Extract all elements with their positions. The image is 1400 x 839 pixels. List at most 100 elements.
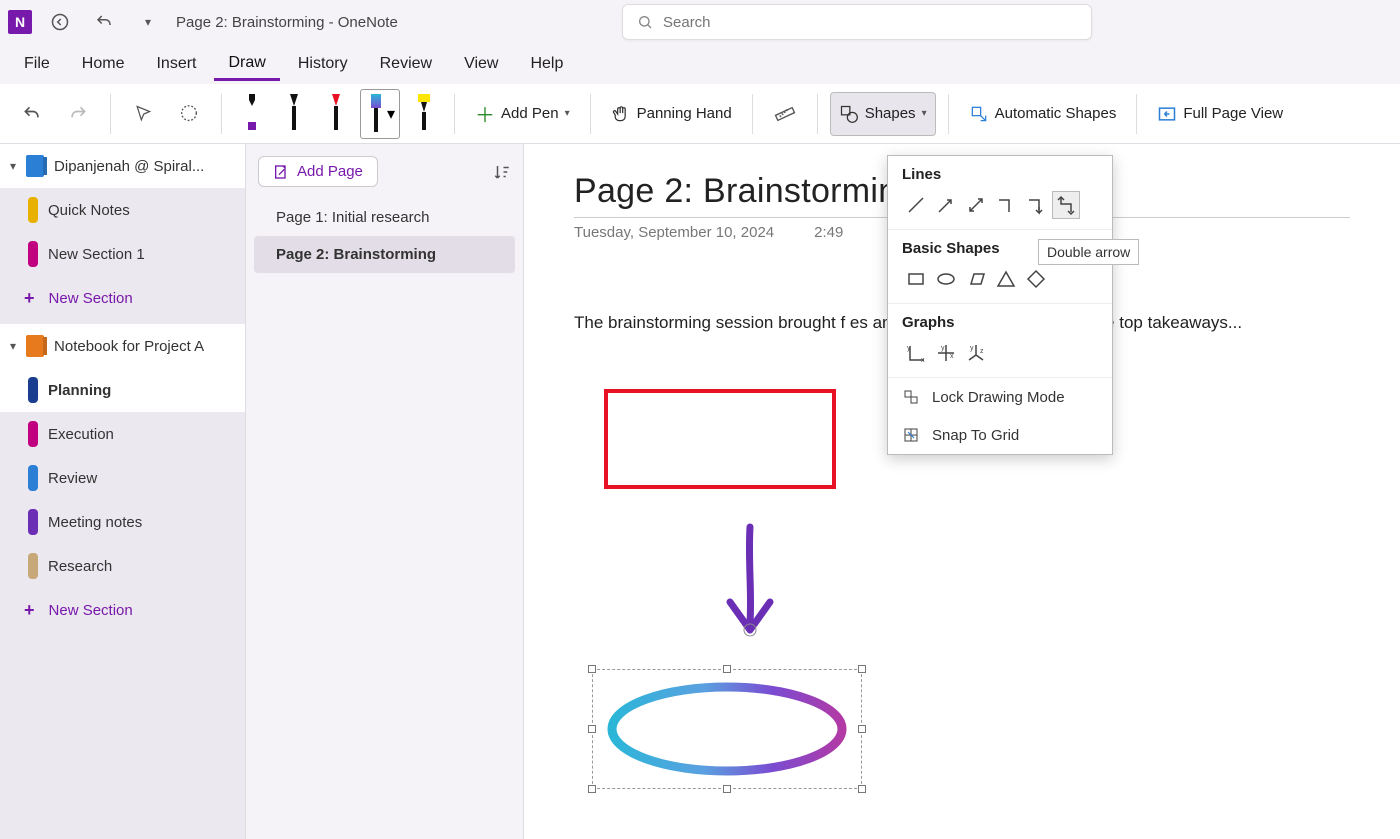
full-page-icon	[1157, 104, 1177, 124]
search-input[interactable]	[663, 14, 1077, 31]
shape-diamond[interactable]	[1022, 265, 1050, 293]
resize-handle[interactable]	[588, 665, 596, 673]
shape-double-arrow-diag[interactable]	[962, 191, 990, 219]
notebook-header-2[interactable]: ▾ Notebook for Project A	[0, 324, 245, 368]
app-icon: N	[8, 10, 32, 34]
new-section-button-1[interactable]: +New Section	[0, 276, 245, 320]
lock-drawing-mode[interactable]: Lock Drawing Mode	[888, 378, 1112, 416]
resize-handle[interactable]	[858, 725, 866, 733]
svg-text:x: x	[921, 357, 925, 364]
shape-rectangle[interactable]	[902, 265, 930, 293]
plus-icon: +	[24, 600, 35, 621]
drawn-rectangle[interactable]	[604, 389, 836, 489]
menu-file[interactable]: File	[10, 49, 64, 79]
menu-review[interactable]: Review	[366, 49, 446, 79]
section-execution[interactable]: Execution	[0, 412, 245, 456]
selected-ellipse-shape[interactable]	[592, 669, 862, 789]
shape-elbow-arrow[interactable]	[1022, 191, 1050, 219]
add-page-button[interactable]: Add Page	[258, 156, 378, 187]
shape-arrow[interactable]	[932, 191, 960, 219]
titlebar-dropdown-button[interactable]: ▾	[132, 6, 164, 38]
highlighter-yellow[interactable]	[406, 90, 442, 138]
add-pen-button[interactable]: ＋ Add Pen ▾	[467, 92, 578, 136]
shapes-dropdown-button[interactable]: Shapes ▾	[830, 92, 936, 136]
pen-purple[interactable]	[234, 90, 270, 138]
section-research[interactable]: Research	[0, 544, 245, 588]
notebook-header-1[interactable]: ▾ Dipanjenah @ Spiral...	[0, 144, 245, 188]
svg-text:x: x	[950, 353, 954, 360]
sort-pages-button[interactable]	[493, 163, 511, 181]
pen-galaxy-selected[interactable]: ▾	[360, 89, 400, 139]
lock-drawing-icon	[902, 388, 920, 406]
shape-line[interactable]	[902, 191, 930, 219]
shape-parallelogram[interactable]	[962, 265, 990, 293]
panning-hand-button[interactable]: Panning Hand	[603, 92, 740, 136]
title-bar: N ▾ Page 2: Brainstorming - OneNote	[0, 0, 1400, 44]
section-quick-notes[interactable]: Quick Notes	[0, 188, 245, 232]
pages-panel: Add Page Page 1: Initial research Page 2…	[246, 144, 524, 839]
new-section-button-2[interactable]: +New Section	[0, 588, 245, 632]
back-button[interactable]	[44, 6, 76, 38]
automatic-shapes-button[interactable]: Automatic Shapes	[961, 92, 1125, 136]
svg-text:y: y	[907, 345, 911, 352]
section-tab-icon	[28, 377, 38, 403]
snap-to-grid[interactable]: Snap To Grid	[888, 416, 1112, 454]
notebook-icon	[26, 155, 44, 177]
shapes-icon	[839, 104, 859, 124]
menu-bar: File Home Insert Draw History Review Vie…	[0, 44, 1400, 84]
resize-handle[interactable]	[588, 785, 596, 793]
section-tab-icon	[28, 241, 38, 267]
menu-draw[interactable]: Draw	[214, 48, 279, 81]
menu-help[interactable]: Help	[516, 49, 577, 79]
dd-lines-heading: Lines	[902, 166, 1098, 183]
menu-view[interactable]: View	[450, 49, 512, 79]
pen-black[interactable]	[276, 90, 312, 138]
section-review[interactable]: Review	[0, 456, 245, 500]
shape-graph-xy[interactable]: yx	[902, 339, 930, 367]
section-tab-icon	[28, 553, 38, 579]
undo-titlebar-button[interactable]	[88, 6, 120, 38]
menu-home[interactable]: Home	[68, 49, 139, 79]
section-meeting-notes[interactable]: Meeting notes	[0, 500, 245, 544]
section-new-section-1[interactable]: New Section 1	[0, 232, 245, 276]
svg-text:y: y	[970, 345, 974, 352]
section-tab-icon	[28, 509, 38, 535]
pen-red[interactable]	[318, 90, 354, 138]
shape-elbow[interactable]	[992, 191, 1020, 219]
redo-button[interactable]	[58, 92, 98, 136]
chevron-down-icon: ▾	[387, 104, 395, 124]
plus-icon: +	[24, 288, 35, 309]
lasso-tool-button[interactable]	[169, 92, 209, 136]
chevron-down-icon: ▾	[565, 108, 570, 119]
full-page-view-button[interactable]: Full Page View	[1149, 92, 1291, 136]
section-tab-icon	[28, 197, 38, 223]
section-planning[interactable]: Planning	[0, 368, 245, 412]
resize-handle[interactable]	[858, 785, 866, 793]
shape-elbow-double-arrow[interactable]	[1052, 191, 1080, 219]
resize-handle[interactable]	[858, 665, 866, 673]
drawn-arrow[interactable]	[720, 522, 780, 652]
window-title: Page 2: Brainstorming - OneNote	[176, 14, 398, 31]
chevron-down-icon: ▾	[10, 159, 16, 173]
select-tool-button[interactable]	[123, 92, 163, 136]
undo-button[interactable]	[12, 92, 52, 136]
page-item-2[interactable]: Page 2: Brainstorming	[254, 236, 515, 273]
resize-handle[interactable]	[723, 665, 731, 673]
search-icon	[637, 14, 653, 30]
notebook-icon	[26, 335, 44, 357]
add-page-icon	[273, 164, 289, 180]
shape-graph-3d[interactable]: yz	[962, 339, 990, 367]
section-tab-icon	[28, 421, 38, 447]
shapes-dropdown-menu: Lines Basic Shapes Graphs yx yx yz	[887, 155, 1113, 455]
menu-insert[interactable]: Insert	[142, 49, 210, 79]
shape-ellipse[interactable]	[932, 265, 960, 293]
resize-handle[interactable]	[723, 785, 731, 793]
search-bar[interactable]	[622, 4, 1092, 40]
plus-icon: ＋	[475, 99, 495, 128]
shape-triangle[interactable]	[992, 265, 1020, 293]
ruler-button[interactable]	[765, 92, 805, 136]
resize-handle[interactable]	[588, 725, 596, 733]
menu-history[interactable]: History	[284, 49, 362, 79]
shape-graph-cross[interactable]: yx	[932, 339, 960, 367]
page-item-1[interactable]: Page 1: Initial research	[254, 199, 515, 236]
